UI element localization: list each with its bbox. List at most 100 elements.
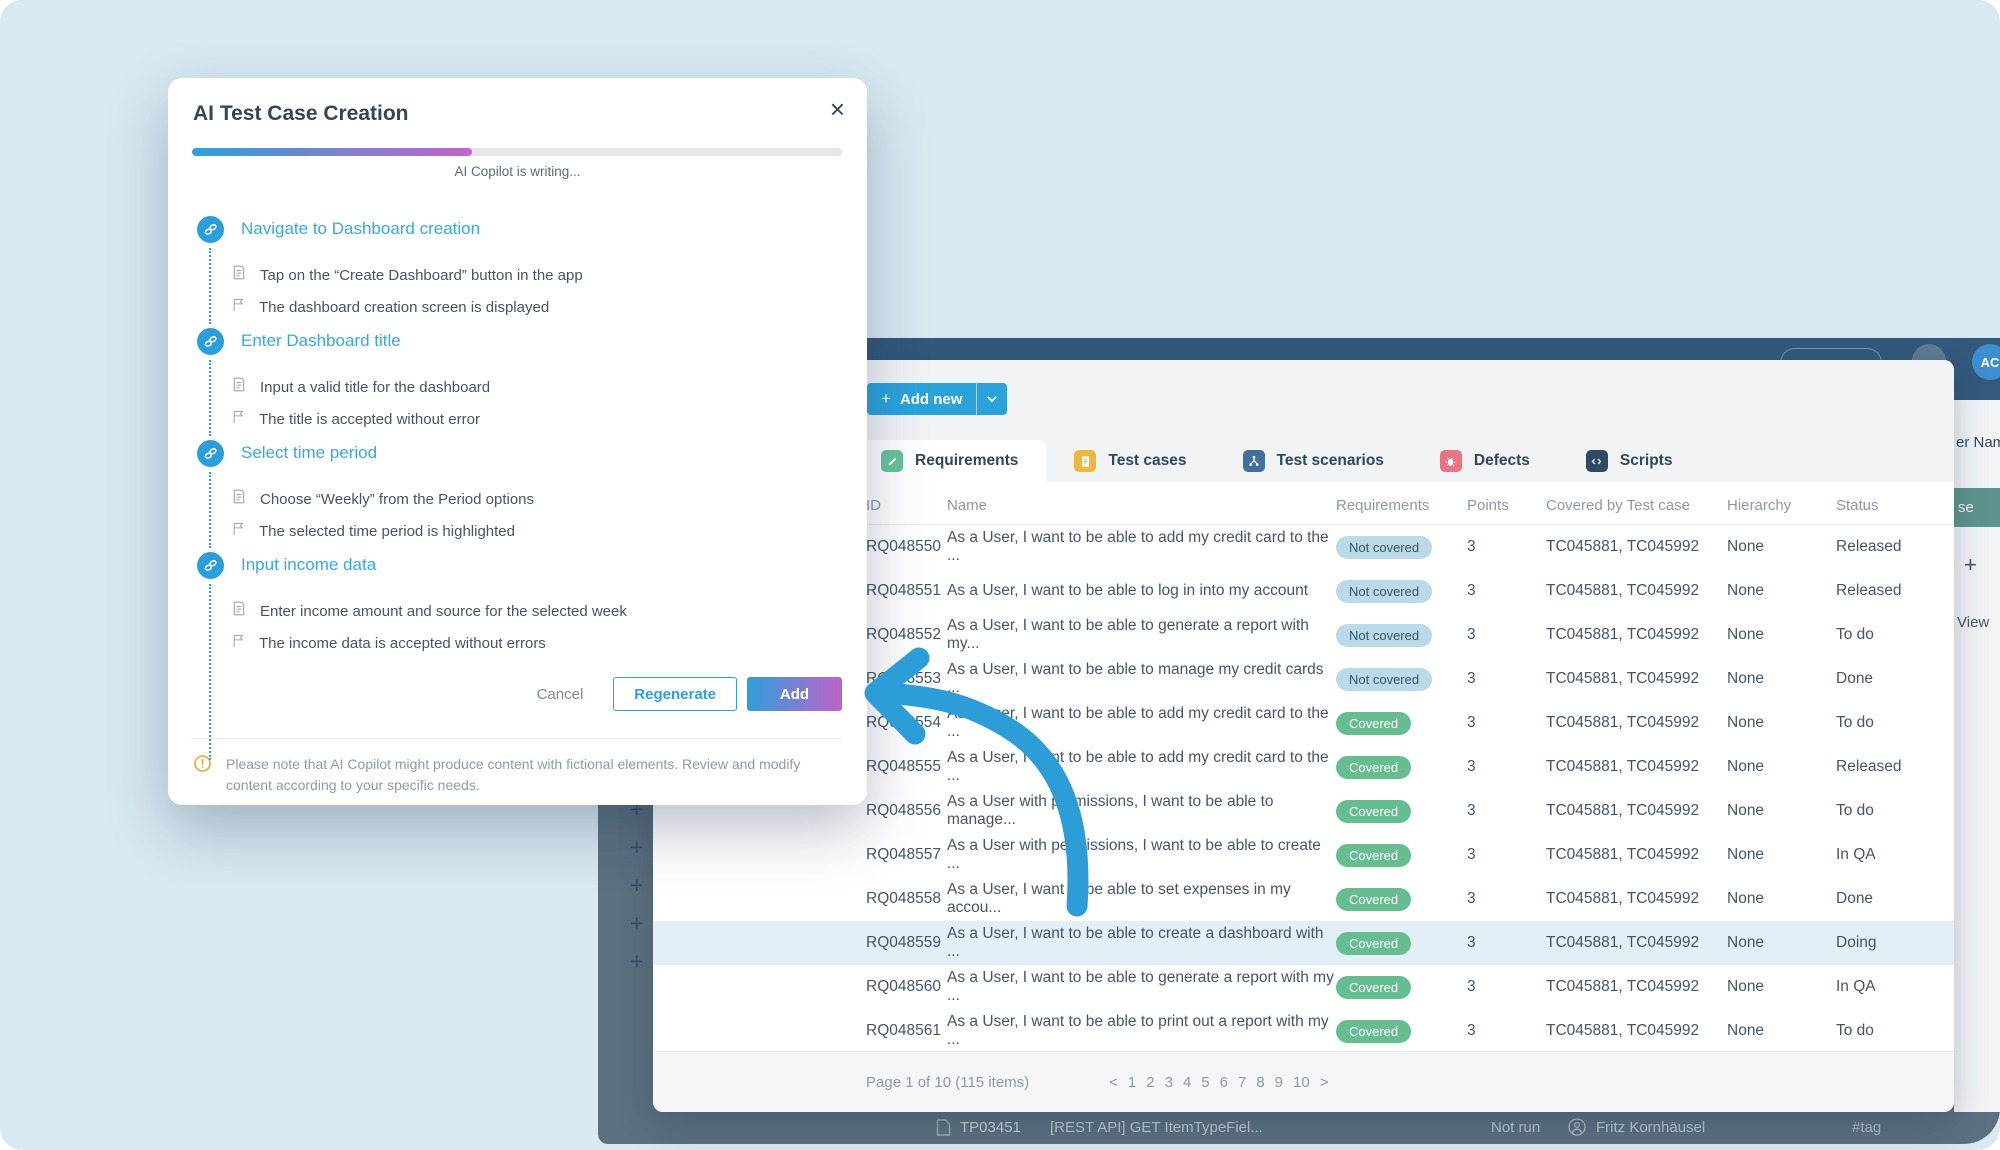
test-step: Select time period Choose “Weekly” from … [168, 439, 867, 551]
page-button-10[interactable]: 10 [1293, 1074, 1310, 1091]
row-id: RQ048560 [859, 978, 947, 996]
prev-page-button[interactable]: < [1109, 1074, 1118, 1091]
page-button-4[interactable]: 4 [1183, 1074, 1191, 1091]
step-title: Input income data [241, 555, 376, 575]
step-title: Navigate to Dashboard creation [241, 219, 480, 239]
row-covered-by: TC045881, TC045992 [1546, 538, 1727, 556]
next-page-button[interactable]: > [1320, 1074, 1329, 1091]
page-button-1[interactable]: 1 [1128, 1074, 1136, 1091]
page-button-6[interactable]: 6 [1220, 1074, 1228, 1091]
row-hierarchy: None [1727, 670, 1836, 688]
table-row[interactable]: RQ048557 As a User with permissions, I w… [653, 833, 1954, 877]
row-name: As a User, I want to be able to print ou… [947, 1013, 1336, 1049]
test-step: Navigate to Dashboard creation Tap on th… [168, 215, 867, 327]
page-button-7[interactable]: 7 [1238, 1074, 1246, 1091]
document-icon [936, 1119, 951, 1140]
row-id: RQ048555 [859, 758, 947, 776]
row-id: RQ048556 [859, 802, 947, 820]
row-covered-by: TC045881, TC045992 [1546, 670, 1727, 688]
ai-disclaimer: Please note that AI Copilot might produc… [193, 754, 822, 796]
tab-label: Scripts [1620, 452, 1673, 470]
page-button-8[interactable]: 8 [1256, 1074, 1264, 1091]
row-id: RQ048561 [859, 1022, 947, 1040]
add-new-button[interactable]: + Add new [867, 383, 976, 415]
tab-label: Defects [1474, 452, 1530, 470]
table-row[interactable]: RQ048559 As a User, I want to be able to… [653, 921, 1954, 965]
row-id: RQ048553 [859, 670, 947, 688]
row-covered-by: TC045881, TC045992 [1546, 758, 1727, 776]
step-title: Enter Dashboard title [241, 331, 401, 351]
column-header: Requirements [1336, 497, 1467, 514]
tab-defects[interactable]: Defects [1412, 440, 1558, 482]
row-name: As a User, I want to be able to generate… [947, 969, 1336, 1005]
coverage-badge: Not covered [1336, 580, 1432, 603]
row-hierarchy: None [1727, 1022, 1836, 1040]
row-points: 3 [1467, 846, 1546, 864]
dialog-actions: Cancel Regenerate Add [517, 677, 842, 711]
expected-flag-icon [231, 408, 246, 430]
add-new-dropdown-button[interactable] [976, 383, 1007, 415]
coverage-badge: Not covered [1336, 668, 1432, 691]
row-status: To do [1836, 1022, 1954, 1040]
coverage-badge: Covered [1336, 800, 1411, 823]
row-id: RQ048554 [859, 714, 947, 732]
avatar[interactable]: AC [1972, 344, 2000, 380]
row-id: RQ048558 [859, 890, 947, 908]
expected-flag-icon [231, 520, 246, 542]
row-points: 3 [1467, 626, 1546, 644]
table-row[interactable]: RQ048558 As a User, I want to be able to… [653, 877, 1954, 921]
row-covered-by: TC045881, TC045992 [1546, 714, 1727, 732]
coverage-badge: Covered [1336, 932, 1411, 955]
row-status: To do [1836, 714, 1954, 732]
right-strip-partial-text: er Nam [1956, 434, 2000, 451]
dialog-divider [191, 738, 842, 739]
row-hierarchy: None [1727, 714, 1836, 732]
tab-label: Test scenarios [1277, 452, 1384, 470]
row-points: 3 [1467, 934, 1546, 952]
action-document-icon [231, 376, 247, 398]
tab-requirements[interactable]: Requirements [853, 440, 1046, 482]
add-button[interactable]: Add [747, 677, 842, 711]
row-name: As a User, I want to be able to manage m… [947, 661, 1336, 697]
table-row[interactable]: RQ048561 As a User, I want to be able to… [653, 1009, 1954, 1053]
table-row[interactable]: RQ048560 As a User, I want to be able to… [653, 965, 1954, 1009]
row-status: To do [1836, 802, 1954, 820]
branch-icon [1243, 450, 1265, 472]
row-hierarchy: None [1727, 978, 1836, 996]
page-button-2[interactable]: 2 [1146, 1074, 1154, 1091]
row-points: 3 [1467, 1022, 1546, 1040]
coverage-badge: Covered [1336, 756, 1411, 779]
column-header: Covered by Test case [1546, 497, 1727, 514]
row-hierarchy: None [1727, 582, 1836, 600]
regenerate-button[interactable]: Regenerate [613, 677, 737, 711]
test-step: Enter Dashboard title Input a valid titl… [168, 327, 867, 439]
dialog-title: AI Test Case Creation [193, 102, 409, 126]
disclaimer-text: Please note that AI Copilot might produc… [226, 754, 822, 796]
page-button-5[interactable]: 5 [1201, 1074, 1209, 1091]
column-header: Status [1836, 497, 1954, 514]
chevron-down-icon [987, 390, 997, 408]
copilot-status-text: AI Copilot is writing... [168, 164, 867, 179]
tab-test-scenarios[interactable]: Test scenarios [1215, 440, 1412, 482]
tab-scripts[interactable]: Scripts [1558, 440, 1701, 482]
row-name: As a User, I want to be able to add my c… [947, 529, 1336, 565]
close-icon[interactable]: × [830, 96, 845, 122]
row-name: As a User, I want to be able to set expe… [947, 881, 1336, 917]
copilot-icon [197, 552, 224, 579]
generated-steps-list: Navigate to Dashboard creation Tap on th… [168, 215, 867, 663]
row-status: Done [1836, 890, 1954, 908]
row-name: As a User, I want to be able to log in i… [947, 582, 1336, 600]
row-covered-by: TC045881, TC045992 [1546, 582, 1727, 600]
tab-test-cases[interactable]: Test cases [1046, 440, 1214, 482]
plus-icon: + [881, 389, 891, 409]
expected-flag-icon [231, 632, 246, 654]
tab-label: Requirements [915, 452, 1018, 470]
step-expected-text: The dashboard creation screen is display… [259, 299, 549, 316]
cancel-button[interactable]: Cancel [517, 686, 604, 703]
background-row-assignee: Fritz Kornhäusel [1596, 1119, 1705, 1136]
coverage-badge: Covered [1336, 888, 1411, 911]
page-button-3[interactable]: 3 [1165, 1074, 1173, 1091]
column-header: Hierarchy [1727, 497, 1836, 514]
page-button-9[interactable]: 9 [1275, 1074, 1283, 1091]
expected-flag-icon [231, 296, 246, 318]
